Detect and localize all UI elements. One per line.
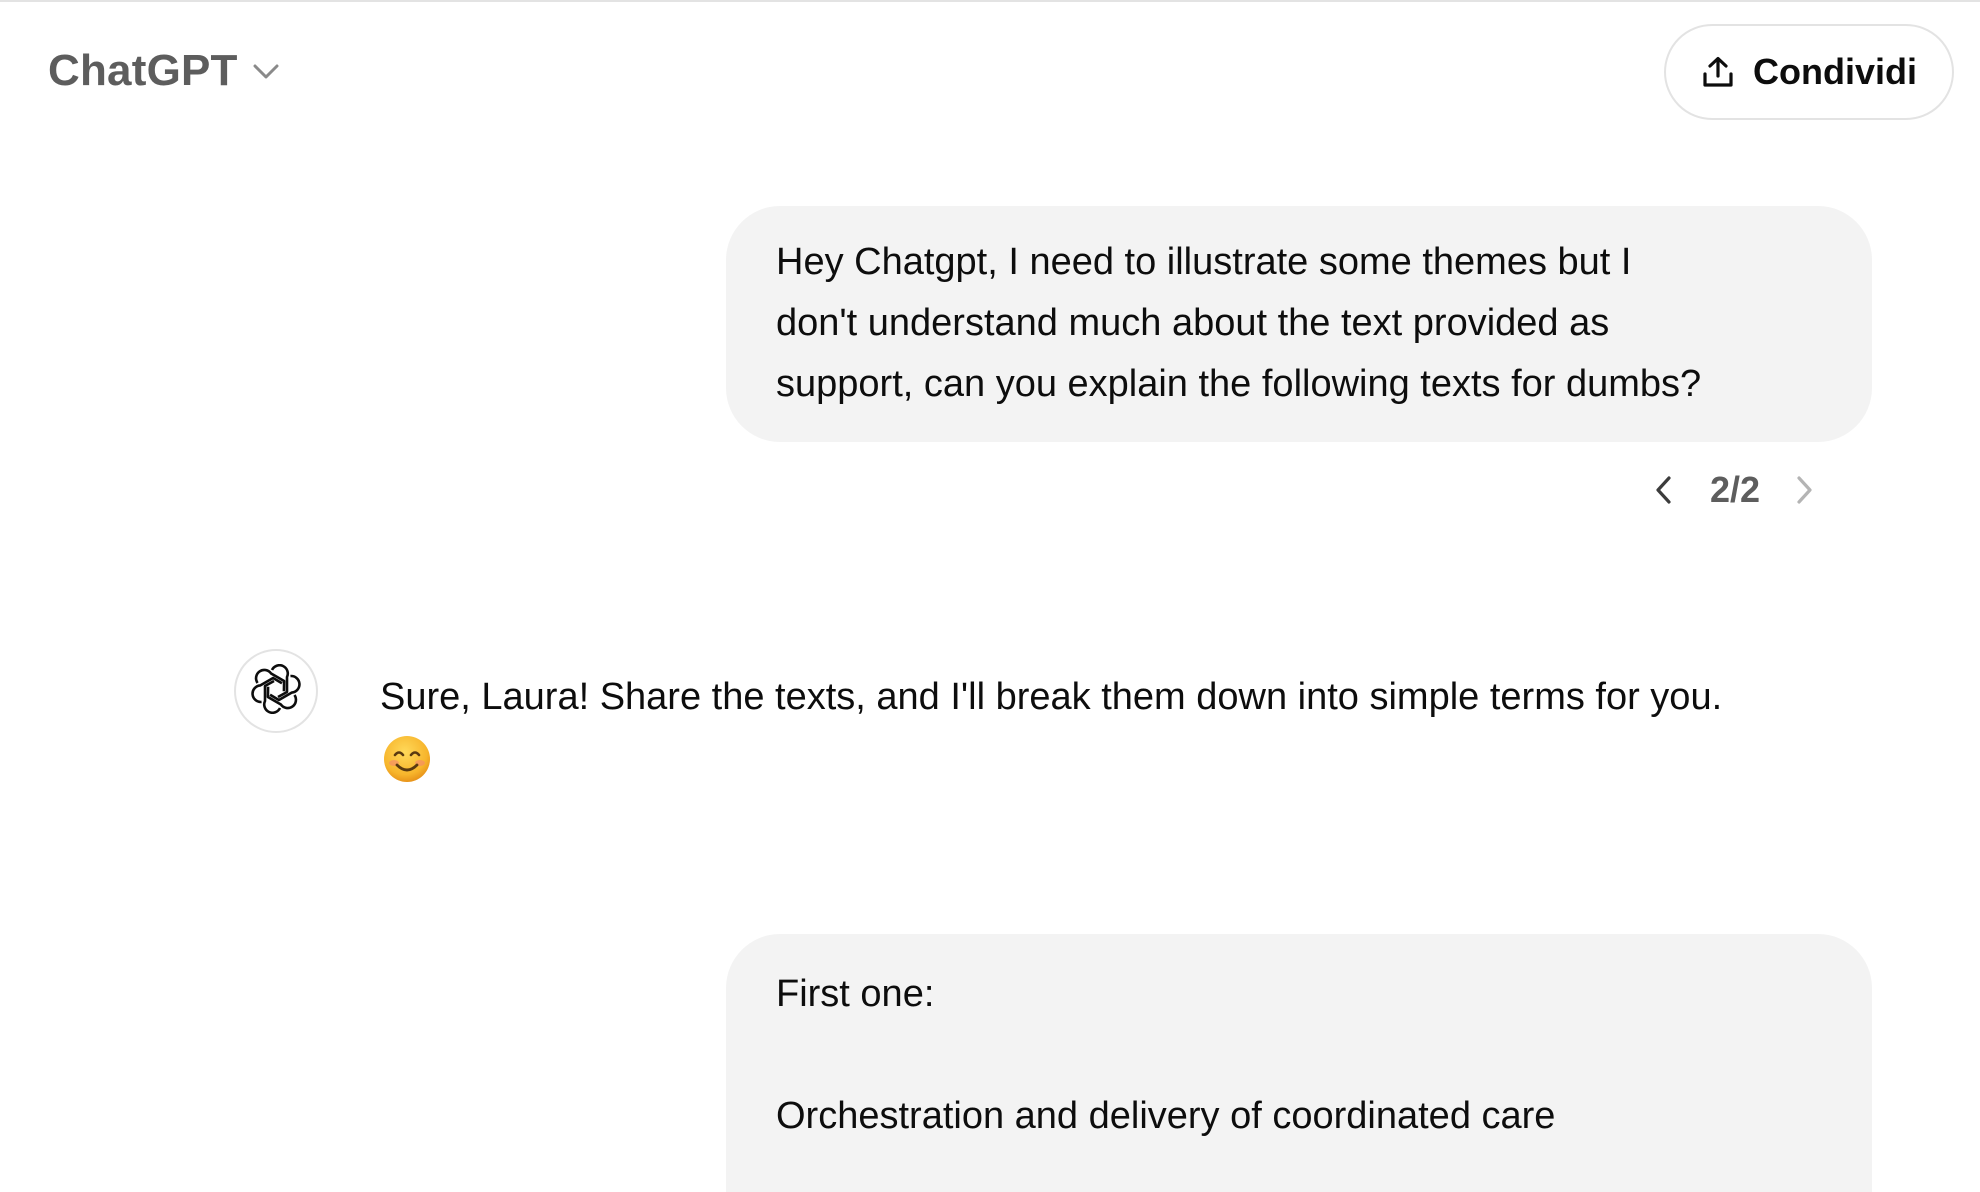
chevron-down-icon xyxy=(252,62,280,80)
message-spacer xyxy=(776,1025,1822,1086)
assistant-message: Sure, Laura! Share the texts, and I'll b… xyxy=(380,662,1880,784)
user-message-bubble: First one: Orchestration and delivery of… xyxy=(726,934,1872,1192)
message-line: Orchestration and delivery of coordinate… xyxy=(776,1095,1556,1137)
chevron-right-icon[interactable] xyxy=(1784,464,1824,516)
openai-logo-icon xyxy=(251,663,301,719)
upload-icon xyxy=(1701,55,1735,89)
model-name: ChatGPT xyxy=(48,46,238,95)
message-line: support, can you explain the following t… xyxy=(776,363,1702,405)
assistant-avatar xyxy=(234,649,318,733)
assistant-message-text: Sure, Laura! Share the texts, and I'll b… xyxy=(380,676,1723,718)
smiling-face-icon xyxy=(382,734,1880,784)
message-line: don't understand much about the text pro… xyxy=(776,302,1610,344)
message-version-pager: 2/2 xyxy=(1644,464,1824,516)
share-label: Condividi xyxy=(1753,51,1917,92)
pager-label: 2/2 xyxy=(1710,469,1761,510)
user-message-bubble: Hey Chatgpt, I need to illustrate some t… xyxy=(726,206,1872,442)
message-line: First one: xyxy=(776,973,935,1015)
model-selector[interactable]: ChatGPT xyxy=(48,46,280,96)
chevron-left-icon[interactable] xyxy=(1644,464,1684,516)
chat-page: ChatGPT Condividi Hey Chatgpt, I need to… xyxy=(0,0,1980,1192)
message-line: Hey Chatgpt, I need to illustrate some t… xyxy=(776,241,1632,283)
share-button[interactable]: Condividi xyxy=(1664,24,1954,120)
